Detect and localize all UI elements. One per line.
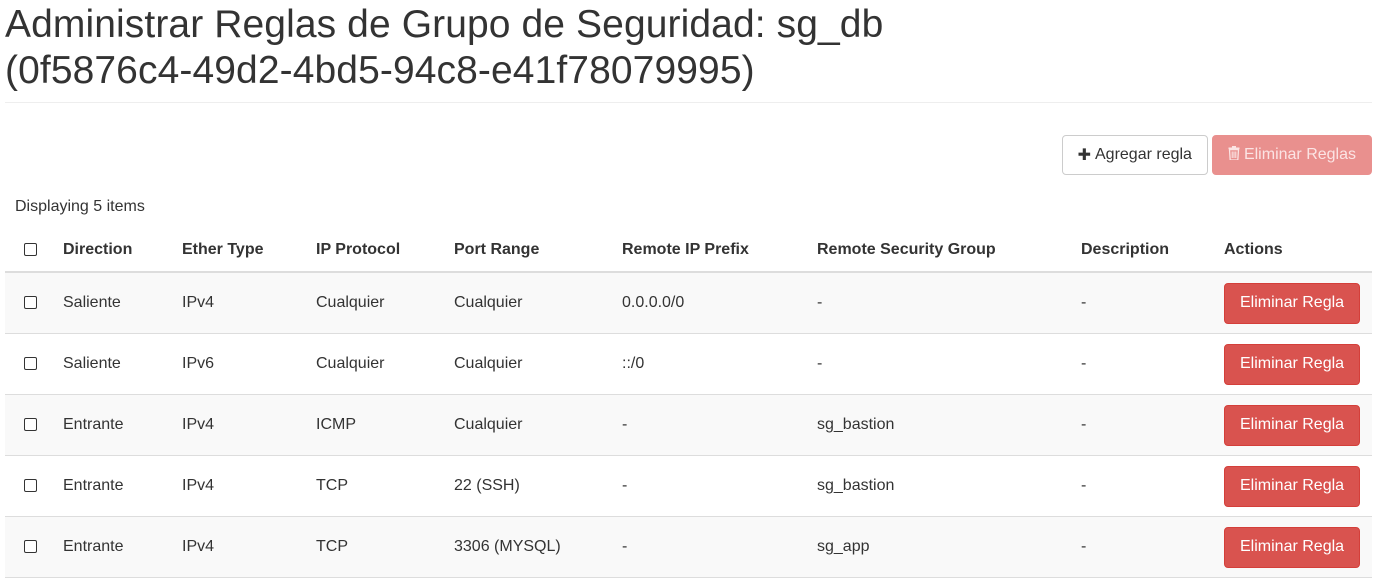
cell-remote-ip-prefix: - bbox=[622, 455, 817, 517]
items-count: Displaying 5 items bbox=[15, 198, 145, 215]
select-all-checkbox[interactable] bbox=[24, 242, 37, 256]
cell-actions: Eliminar Regla bbox=[1224, 516, 1372, 578]
header-remote-ip-prefix[interactable]: Remote IP Prefix bbox=[622, 228, 817, 273]
cell-description: - bbox=[1081, 516, 1224, 578]
cell-actions: Eliminar Regla bbox=[1224, 394, 1372, 456]
header-remote-security-group[interactable]: Remote Security Group bbox=[817, 228, 1081, 273]
cell-ether-type: IPv4 bbox=[182, 272, 316, 334]
table-row: Saliente IPv4 Cualquier Cualquier 0.0.0.… bbox=[5, 272, 1372, 334]
header-ip-protocol[interactable]: IP Protocol bbox=[316, 228, 454, 273]
table-row: Entrante IPv4 ICMP Cualquier - sg_bastio… bbox=[5, 394, 1372, 456]
delete-rule-button[interactable]: Eliminar Regla bbox=[1224, 465, 1361, 507]
cell-ip-protocol: TCP bbox=[316, 455, 454, 517]
cell-port-range: Cualquier bbox=[454, 394, 622, 456]
cell-ip-protocol: ICMP bbox=[316, 394, 454, 456]
cell-port-range: 22 (SSH) bbox=[454, 455, 622, 517]
row-checkbox[interactable] bbox=[24, 357, 37, 371]
cell-port-range: Cualquier bbox=[454, 272, 622, 334]
cell-direction: Saliente bbox=[63, 272, 182, 334]
cell-actions: Eliminar Regla bbox=[1224, 455, 1372, 517]
security-rules-table: Direction Ether Type IP Protocol Port Ra… bbox=[5, 228, 1372, 578]
cell-direction: Entrante bbox=[63, 394, 182, 456]
cell-direction: Saliente bbox=[63, 333, 182, 395]
page: Administrar Reglas de Grupo de Seguridad… bbox=[0, 0, 1378, 583]
page-title: Administrar Reglas de Grupo de Seguridad… bbox=[5, 0, 1372, 94]
cell-port-range: 3306 (MYSQL) bbox=[454, 516, 622, 578]
cell-remote-security-group: sg_bastion bbox=[817, 394, 1081, 456]
header-description[interactable]: Description bbox=[1081, 228, 1224, 273]
cell-direction: Entrante bbox=[63, 516, 182, 578]
add-rule-button[interactable]: ✚ Agregar regla bbox=[1061, 135, 1208, 175]
cell-description: - bbox=[1081, 455, 1224, 517]
table-actions: ✚ Agregar regla Eliminar Reglas bbox=[1061, 135, 1372, 175]
plus-icon: ✚ bbox=[1077, 147, 1091, 164]
cell-direction: Entrante bbox=[63, 455, 182, 517]
row-checkbox[interactable] bbox=[24, 479, 37, 493]
cell-port-range: Cualquier bbox=[454, 333, 622, 395]
trash-icon bbox=[1228, 146, 1240, 164]
cell-ether-type: IPv4 bbox=[182, 394, 316, 456]
cell-remote-security-group: sg_app bbox=[817, 516, 1081, 578]
add-rule-label: Agregar regla bbox=[1095, 146, 1192, 163]
cell-remote-ip-prefix: ::/0 bbox=[622, 333, 817, 395]
table-row: Entrante IPv4 TCP 22 (SSH) - sg_bastion … bbox=[5, 455, 1372, 517]
select-all-cell bbox=[5, 228, 63, 273]
row-checkbox[interactable] bbox=[24, 540, 37, 554]
cell-ip-protocol: TCP bbox=[316, 516, 454, 578]
cell-remote-security-group: - bbox=[817, 272, 1081, 334]
header-port-range[interactable]: Port Range bbox=[454, 228, 622, 273]
cell-remote-security-group: sg_bastion bbox=[817, 455, 1081, 517]
row-checkbox[interactable] bbox=[24, 418, 37, 432]
delete-rules-label: Eliminar Reglas bbox=[1243, 146, 1356, 163]
row-select-cell bbox=[5, 333, 63, 395]
cell-remote-ip-prefix: 0.0.0.0/0 bbox=[622, 272, 817, 334]
header-actions: Actions bbox=[1224, 228, 1372, 273]
row-select-cell bbox=[5, 394, 63, 456]
cell-ip-protocol: Cualquier bbox=[316, 272, 454, 334]
cell-remote-ip-prefix: - bbox=[622, 394, 817, 456]
row-select-cell bbox=[5, 455, 63, 517]
cell-description: - bbox=[1081, 272, 1224, 334]
page-title-line-2: (0f5876c4-49d2-4bd5-94c8-e41f78079995) bbox=[5, 49, 755, 92]
header-direction[interactable]: Direction bbox=[63, 228, 182, 273]
cell-remote-ip-prefix: - bbox=[622, 516, 817, 578]
cell-ether-type: IPv6 bbox=[182, 333, 316, 395]
delete-rule-button[interactable]: Eliminar Regla bbox=[1224, 343, 1361, 385]
cell-ip-protocol: Cualquier bbox=[316, 333, 454, 395]
delete-rule-button[interactable]: Eliminar Regla bbox=[1224, 526, 1361, 568]
delete-rule-button[interactable]: Eliminar Regla bbox=[1224, 404, 1361, 446]
title-divider bbox=[5, 102, 1372, 103]
cell-description: - bbox=[1081, 333, 1224, 395]
table-row: Saliente IPv6 Cualquier Cualquier ::/0 -… bbox=[5, 333, 1372, 395]
page-title-line-1: Administrar Reglas de Grupo de Seguridad… bbox=[5, 3, 884, 46]
cell-actions: Eliminar Regla bbox=[1224, 272, 1372, 334]
header-ether-type[interactable]: Ether Type bbox=[182, 228, 316, 273]
cell-description: - bbox=[1081, 394, 1224, 456]
delete-rule-button[interactable]: Eliminar Regla bbox=[1224, 282, 1361, 324]
delete-rules-button[interactable]: Eliminar Reglas bbox=[1211, 135, 1372, 175]
cell-actions: Eliminar Regla bbox=[1224, 333, 1372, 395]
table-header-row: Direction Ether Type IP Protocol Port Ra… bbox=[5, 228, 1372, 273]
row-checkbox[interactable] bbox=[24, 296, 37, 310]
row-select-cell bbox=[5, 272, 63, 334]
row-select-cell bbox=[5, 516, 63, 578]
cell-ether-type: IPv4 bbox=[182, 455, 316, 517]
table-row: Entrante IPv4 TCP 3306 (MYSQL) - sg_app … bbox=[5, 516, 1372, 578]
cell-ether-type: IPv4 bbox=[182, 516, 316, 578]
cell-remote-security-group: - bbox=[817, 333, 1081, 395]
